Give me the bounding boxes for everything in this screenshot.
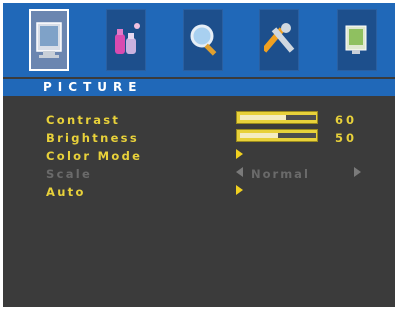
color-bottles-icon — [115, 23, 140, 54]
menu-item-auto[interactable]: Auto — [46, 185, 86, 199]
section-title: PICTURE — [43, 80, 143, 94]
scale-left-arrow-icon — [236, 167, 243, 177]
monitor-picture-icon — [36, 22, 62, 58]
contrast-value: 60 — [335, 113, 358, 127]
auto-label: Auto — [46, 185, 86, 199]
tab-picture[interactable] — [29, 9, 69, 71]
display-settings-icon — [345, 25, 367, 54]
color-mode-arrow-icon[interactable] — [236, 149, 243, 159]
brightness-label: Brightness — [46, 131, 139, 145]
scale-label: Scale — [46, 167, 93, 181]
menu-item-brightness[interactable]: Brightness — [46, 131, 139, 145]
menu-item-scale: Scale — [46, 167, 92, 181]
section-header: PICTURE — [3, 79, 395, 96]
scale-value: Normal — [251, 167, 310, 181]
brightness-slider[interactable] — [236, 129, 318, 142]
tab-color[interactable] — [106, 9, 146, 71]
contrast-label: Contrast — [46, 113, 121, 127]
tools-wrench-icon — [264, 23, 295, 53]
osd-menu: PICTURE Contrast 60 Brightness 50 Color … — [3, 3, 395, 307]
scale-right-arrow-icon — [354, 167, 361, 177]
contrast-slider-fill — [240, 115, 286, 120]
auto-arrow-icon[interactable] — [236, 185, 243, 195]
tab-image[interactable] — [183, 9, 223, 71]
tab-tools[interactable] — [259, 9, 299, 71]
color-mode-label: Color Mode — [46, 149, 143, 163]
brightness-value: 50 — [335, 131, 358, 145]
brightness-slider-fill — [240, 133, 278, 138]
menu-item-contrast[interactable]: Contrast — [46, 113, 120, 127]
contrast-slider[interactable] — [236, 111, 318, 124]
tab-bar — [3, 3, 395, 77]
magnifier-icon — [190, 24, 217, 56]
menu-item-color-mode[interactable]: Color Mode — [46, 149, 142, 163]
tab-display-settings[interactable] — [337, 9, 377, 71]
